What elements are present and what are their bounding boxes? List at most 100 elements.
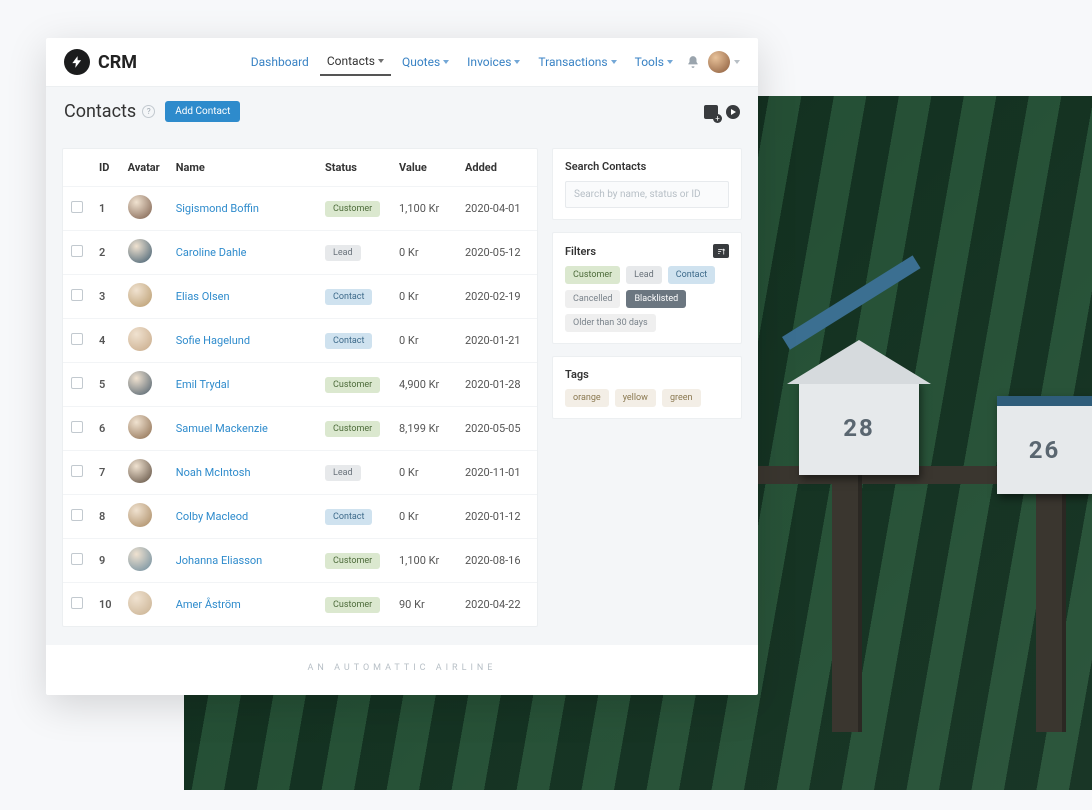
- play-icon[interactable]: [726, 105, 740, 119]
- add-card-icon[interactable]: [704, 105, 718, 119]
- contact-name-link[interactable]: Sofie Hagelund: [176, 334, 250, 347]
- contact-name-link[interactable]: Caroline Dahle: [176, 246, 247, 259]
- cell-value: 0 Kr: [391, 451, 457, 495]
- search-card: Search Contacts: [552, 148, 742, 220]
- cell-id: 6: [91, 407, 120, 451]
- col-name[interactable]: Name: [168, 149, 317, 187]
- table-row: 6Samuel MackenzieCustomer8,199 Kr2020-05…: [63, 407, 537, 451]
- status-badge: Customer: [325, 421, 380, 437]
- row-checkbox[interactable]: [71, 333, 83, 345]
- status-badge: Customer: [325, 201, 380, 217]
- user-menu-caret-icon[interactable]: [734, 60, 740, 64]
- table-row: 3Elias OlsenContact0 Kr2020-02-19: [63, 275, 537, 319]
- contact-name-link[interactable]: Samuel Mackenzie: [176, 422, 268, 435]
- col-id[interactable]: ID: [91, 149, 120, 187]
- col-value[interactable]: Value: [391, 149, 457, 187]
- notifications-icon[interactable]: [686, 55, 700, 69]
- nav-label: Tools: [635, 55, 664, 69]
- wood-post-right: [1036, 492, 1066, 732]
- row-checkbox[interactable]: [71, 553, 83, 565]
- cell-value: 0 Kr: [391, 495, 457, 539]
- row-checkbox[interactable]: [71, 289, 83, 301]
- table-row: 10Amer ÅströmCustomer90 Kr2020-04-22: [63, 583, 537, 627]
- cell-id: 4: [91, 319, 120, 363]
- row-checkbox[interactable]: [71, 421, 83, 433]
- tags-title: Tags: [565, 368, 729, 381]
- col-status[interactable]: Status: [317, 149, 391, 187]
- chevron-down-icon: [667, 60, 673, 64]
- filter-chip-blacklisted[interactable]: Blacklisted: [626, 290, 686, 308]
- info-icon[interactable]: ?: [142, 105, 155, 118]
- filter-chip-older[interactable]: Older than 30 days: [565, 314, 656, 332]
- filter-chip-cancelled[interactable]: Cancelled: [565, 290, 620, 308]
- cell-added: 2020-11-01: [457, 451, 537, 495]
- contact-name-link[interactable]: Elias Olsen: [176, 290, 230, 303]
- cell-value: 0 Kr: [391, 231, 457, 275]
- mailbox-left: 28: [799, 380, 919, 475]
- search-input[interactable]: [565, 181, 729, 208]
- row-checkbox[interactable]: [71, 465, 83, 477]
- avatar[interactable]: [128, 591, 152, 615]
- sidebar: Search Contacts Filters CustomerLeadCont…: [552, 148, 742, 627]
- row-checkbox[interactable]: [71, 201, 83, 213]
- status-badge: Lead: [325, 465, 361, 481]
- avatar[interactable]: [128, 239, 152, 263]
- avatar[interactable]: [128, 415, 152, 439]
- sort-toggle-icon[interactable]: [713, 244, 729, 258]
- table-row: 8Colby MacleodContact0 Kr2020-01-12: [63, 495, 537, 539]
- body-area: ID Avatar Name Status Value Added 1Sigis…: [46, 136, 758, 645]
- cell-id: 2: [91, 231, 120, 275]
- status-badge: Contact: [325, 333, 372, 349]
- contact-name-link[interactable]: Emil Trydal: [176, 378, 230, 391]
- cell-id: 5: [91, 363, 120, 407]
- add-contact-button[interactable]: Add Contact: [165, 101, 240, 122]
- table-row: 5Emil TrydalCustomer4,900 Kr2020-01-28: [63, 363, 537, 407]
- nav-contacts[interactable]: Contacts: [320, 48, 391, 76]
- contact-name-link[interactable]: Amer Åström: [176, 598, 241, 611]
- avatar[interactable]: [128, 195, 152, 219]
- nav-dashboard[interactable]: Dashboard: [244, 49, 316, 75]
- footer-text: AN AUTOMATTIC AIRLINE: [46, 645, 758, 695]
- contact-name-link[interactable]: Noah McIntosh: [176, 466, 251, 479]
- avatar[interactable]: [128, 327, 152, 351]
- tag-chip[interactable]: green: [662, 389, 701, 407]
- chevron-down-icon: [514, 60, 520, 64]
- contacts-table-panel: ID Avatar Name Status Value Added 1Sigis…: [62, 148, 538, 627]
- status-badge: Customer: [325, 553, 380, 569]
- filter-chip-contact[interactable]: Contact: [668, 266, 715, 284]
- avatar[interactable]: [128, 371, 152, 395]
- nav-label: Transactions: [538, 55, 607, 69]
- tag-chip[interactable]: yellow: [615, 389, 656, 407]
- row-checkbox[interactable]: [71, 509, 83, 521]
- table-row: 7Noah McIntoshLead0 Kr2020-11-01: [63, 451, 537, 495]
- contact-name-link[interactable]: Johanna Eliasson: [176, 554, 263, 567]
- filter-chips: Customer Lead Contact Cancelled Blacklisted O…: [565, 266, 729, 332]
- col-avatar[interactable]: Avatar: [120, 149, 168, 187]
- filter-chip-lead[interactable]: Lead: [626, 266, 662, 284]
- contact-name-link[interactable]: Colby Macleod: [176, 510, 249, 523]
- row-checkbox[interactable]: [71, 597, 83, 609]
- avatar[interactable]: [128, 283, 152, 307]
- contact-name-link[interactable]: Sigismond Boffin: [176, 202, 259, 215]
- avatar[interactable]: [128, 459, 152, 483]
- avatar[interactable]: [128, 547, 152, 571]
- row-checkbox[interactable]: [71, 377, 83, 389]
- nav-transactions[interactable]: Transactions: [531, 49, 623, 75]
- cell-added: 2020-08-16: [457, 539, 537, 583]
- nav-tools[interactable]: Tools: [628, 49, 680, 75]
- filter-chip-customer[interactable]: Customer: [565, 266, 620, 284]
- row-checkbox[interactable]: [71, 245, 83, 257]
- tag-chip[interactable]: orange: [565, 389, 609, 407]
- cell-value: 0 Kr: [391, 319, 457, 363]
- cell-added: 2020-05-12: [457, 231, 537, 275]
- nav-invoices[interactable]: Invoices: [460, 49, 527, 75]
- cell-value: 1,100 Kr: [391, 187, 457, 231]
- nav-quotes[interactable]: Quotes: [395, 49, 456, 75]
- cell-id: 10: [91, 583, 120, 627]
- app-name: CRM: [98, 52, 137, 73]
- nav-label: Invoices: [467, 55, 511, 69]
- col-added[interactable]: Added: [457, 149, 537, 187]
- avatar[interactable]: [128, 503, 152, 527]
- search-title: Search Contacts: [565, 160, 729, 173]
- user-avatar[interactable]: [708, 51, 730, 73]
